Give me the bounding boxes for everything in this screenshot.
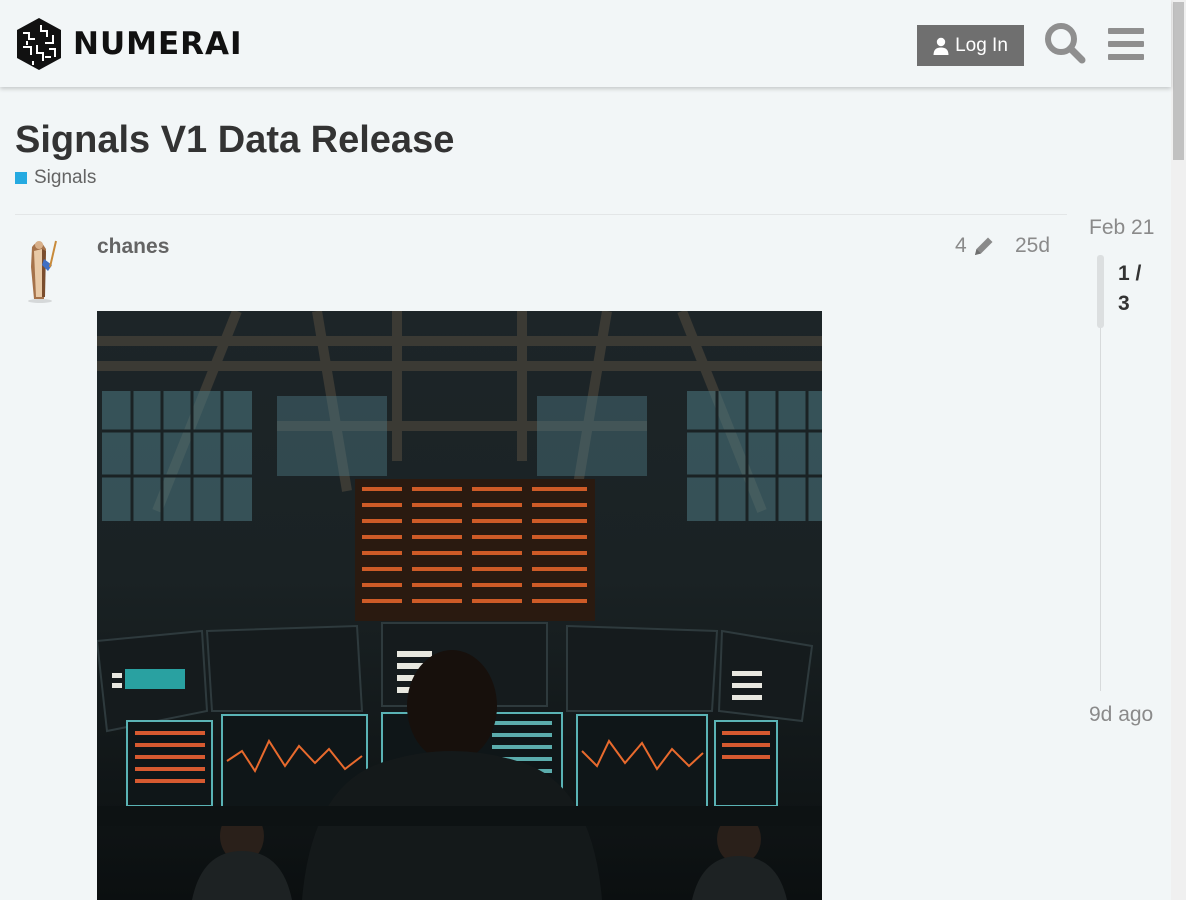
login-button[interactable]: Log In: [917, 25, 1024, 66]
pencil-icon: [974, 237, 993, 255]
logo-cube-icon: [17, 18, 61, 70]
post-author[interactable]: chanes: [97, 235, 169, 259]
edit-history-button[interactable]: 4: [955, 234, 996, 258]
timeline-end-date[interactable]: 9d ago: [1089, 703, 1153, 727]
topic-title[interactable]: Signals V1 Data Release: [15, 119, 454, 162]
category-color-swatch: [15, 172, 27, 184]
hamburger-menu-icon[interactable]: [1106, 26, 1146, 62]
post-image[interactable]: [97, 311, 822, 900]
category-badge[interactable]: Signals: [15, 167, 96, 189]
timeline-position: 1 / 3: [1118, 259, 1158, 319]
category-name: Signals: [34, 167, 97, 188]
timeline-start-date[interactable]: Feb 21: [1089, 216, 1154, 240]
login-label: Log In: [955, 34, 1008, 56]
scrollbar-thumb[interactable]: [1173, 2, 1184, 160]
avatar[interactable]: [22, 237, 62, 303]
search-icon[interactable]: [1043, 21, 1087, 65]
timeline-current: 1 /: [1118, 262, 1142, 285]
site-header: NUMERAI Log In: [0, 0, 1171, 87]
logo-text: NUMERAI: [73, 26, 243, 62]
page-scrollbar[interactable]: [1171, 0, 1186, 900]
edit-count: 4: [955, 234, 967, 257]
timeline-handle[interactable]: [1097, 255, 1104, 328]
user-icon: [933, 37, 949, 55]
timeline-total: 3: [1118, 292, 1130, 315]
post-date[interactable]: 25d: [1015, 234, 1050, 258]
site-logo[interactable]: NUMERAI: [15, 17, 243, 71]
title-divider: [15, 214, 1067, 215]
